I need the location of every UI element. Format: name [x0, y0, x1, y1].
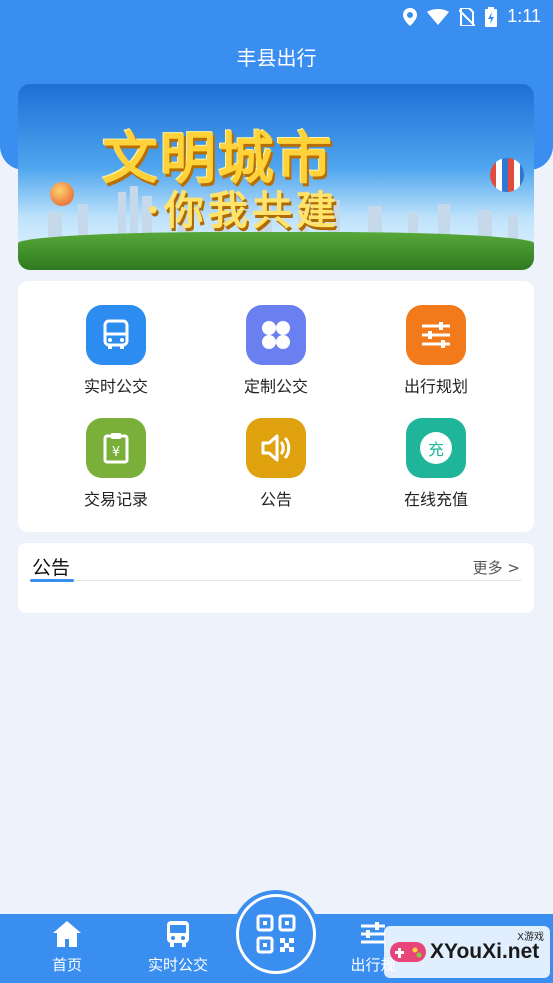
recharge-icon: 充: [406, 418, 466, 478]
wifi-icon: [427, 8, 450, 25]
menu-item-online-recharge[interactable]: 充 在线充值: [366, 418, 506, 510]
location-icon: [403, 7, 418, 26]
four-petal-icon: [246, 305, 306, 365]
menu-item-realtime-bus[interactable]: 实时公交: [46, 305, 186, 397]
app-title: 丰县出行: [236, 46, 317, 70]
menu-label: 实时公交: [83, 377, 148, 396]
menu-item-custom-bus[interactable]: 定制公交: [206, 305, 346, 397]
notice-header: 公告 更多 >: [30, 551, 522, 582]
sliders-icon: [406, 305, 466, 365]
sliders-icon: [361, 922, 385, 944]
banner-subheadline: ·你我共建: [146, 187, 340, 234]
nav-label: 首页: [51, 956, 82, 974]
scan-qr-button[interactable]: [236, 894, 316, 974]
menu-item-announcement[interactable]: 公告: [206, 418, 346, 510]
game-controller-icon: [390, 942, 426, 962]
bus-icon: [86, 305, 146, 365]
recharge-badge: 充: [420, 432, 452, 464]
notice-title: 公告: [32, 557, 71, 579]
qr-code-icon: [256, 914, 296, 954]
bus-icon: [167, 921, 189, 947]
status-bar: 1:11: [0, 0, 553, 32]
menu-label: 出行规划: [403, 377, 468, 396]
status-time: 1:11: [507, 6, 541, 26]
nav-item-realtime-bus[interactable]: 实时公交: [133, 920, 223, 975]
home-icon: [53, 921, 81, 947]
menu-label: 定制公交: [243, 377, 308, 396]
battery-charging-icon: [485, 6, 498, 27]
notice-title-underline: [30, 579, 74, 582]
feature-menu: 实时公交 定制公交 出行规划 ¥ 交易记录 公告 充 在线充值: [18, 281, 534, 532]
svg-text:¥: ¥: [112, 445, 120, 460]
grass-illustration: [18, 232, 534, 270]
nav-item-home[interactable]: 首页: [22, 920, 112, 975]
watermark-text: XYouXi.net: [430, 940, 540, 963]
notice-panel: 公告 更多 >: [18, 543, 534, 613]
menu-label: 公告: [259, 490, 292, 509]
hot-air-balloon-left: [50, 182, 74, 206]
hot-air-balloon-right: [490, 158, 524, 192]
nav-label: 实时公交: [147, 956, 208, 974]
receipt-clipboard-icon: ¥: [86, 418, 146, 478]
menu-label: 交易记录: [83, 490, 148, 509]
watermark: X游戏 XYouXi.net: [384, 926, 550, 978]
menu-label: 在线充值: [403, 490, 468, 509]
banner[interactable]: 文明城市 ·你我共建: [18, 84, 534, 270]
speaker-icon: [246, 418, 306, 478]
menu-item-trip-planning[interactable]: 出行规划: [366, 305, 506, 397]
menu-item-transaction-records[interactable]: ¥ 交易记录: [46, 418, 186, 510]
no-sim-icon: [459, 7, 476, 26]
notice-more-link[interactable]: 更多 >: [473, 557, 520, 578]
